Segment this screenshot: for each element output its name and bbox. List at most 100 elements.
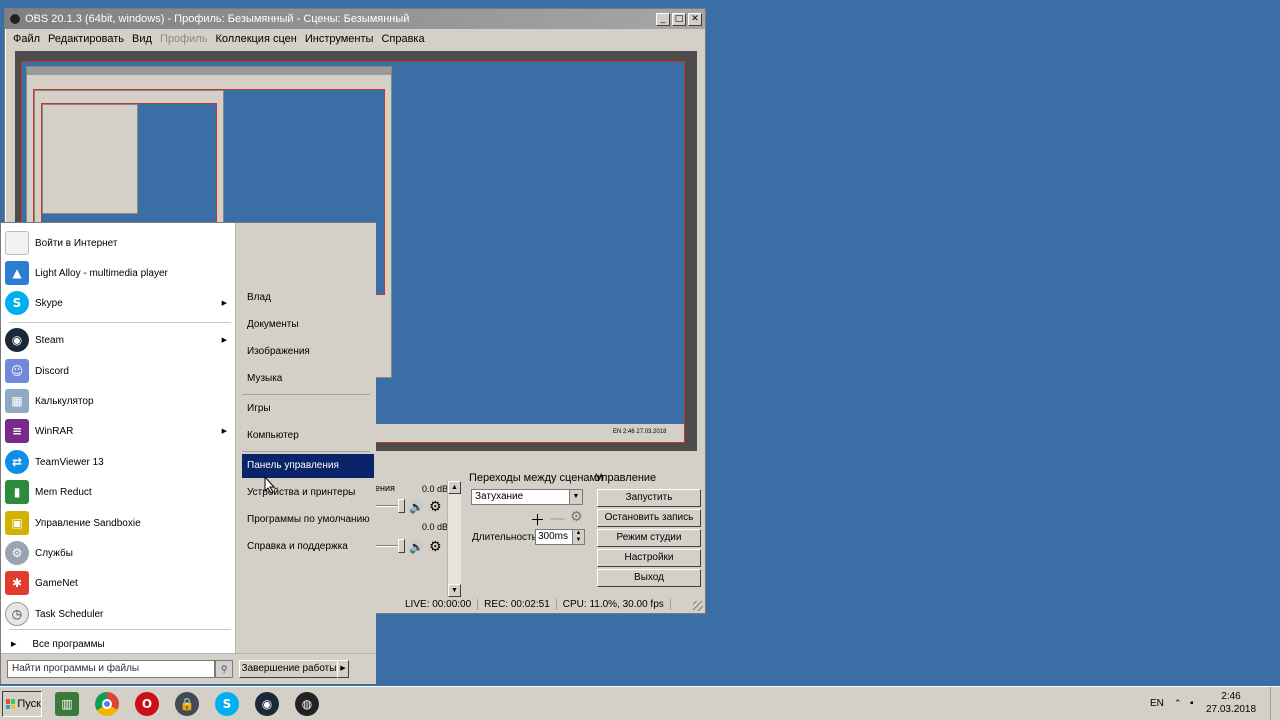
- obs-icon: ◍: [295, 692, 319, 716]
- opera-icon: O: [135, 692, 159, 716]
- menu-tools[interactable]: Инструменты: [301, 33, 378, 45]
- transition-select[interactable]: Затухание ▼: [471, 489, 583, 505]
- place-item-user[interactable]: Влад: [242, 286, 374, 310]
- spin-arrows-icon[interactable]: ▲ ▼: [572, 530, 584, 544]
- close-button[interactable]: ✕: [688, 12, 702, 26]
- taskbar-app[interactable]: ◍: [290, 690, 324, 718]
- speaker-icon[interactable]: 🔊: [409, 540, 424, 554]
- task-manager-icon: ▥: [55, 692, 79, 716]
- tray-status-icon[interactable]: ▪: [1190, 687, 1194, 720]
- place-item-devices[interactable]: Устройства и принтеры: [242, 481, 374, 505]
- show-desktop-button[interactable]: [1270, 687, 1280, 720]
- services-icon: ⚙: [5, 541, 29, 565]
- place-item-music[interactable]: Музыка: [242, 367, 374, 391]
- stop-recording-button[interactable]: Остановить запись: [597, 509, 701, 527]
- program-item[interactable]: ⚙ Службы: [5, 539, 231, 567]
- studio-mode-button[interactable]: Режим студии: [597, 529, 701, 547]
- place-item-pictures[interactable]: Изображения: [242, 340, 374, 364]
- menu-file[interactable]: Файл: [9, 33, 44, 45]
- place-item-computer[interactable]: Компьютер: [242, 424, 374, 448]
- search-icon[interactable]: ⚲: [215, 660, 233, 678]
- gear-icon[interactable]: ⚙: [570, 509, 583, 525]
- program-item[interactable]: ▲ Light Alloy - multimedia player: [5, 259, 231, 287]
- taskbar-app[interactable]: 🔒: [170, 690, 204, 718]
- volume-knob-2[interactable]: [398, 539, 405, 553]
- gear-icon[interactable]: ⚙: [429, 539, 442, 555]
- steam-icon: ◉: [5, 328, 29, 352]
- chevron-right-icon[interactable]: ▶: [337, 660, 349, 678]
- add-icon[interactable]: ＋: [530, 509, 545, 530]
- tray-expand-icon[interactable]: ⌃: [1174, 687, 1182, 720]
- language-indicator[interactable]: EN: [1150, 687, 1164, 720]
- calculator-icon: ▦: [5, 389, 29, 413]
- remove-icon[interactable]: —: [550, 509, 565, 527]
- taskbar-app[interactable]: ◉: [250, 690, 284, 718]
- taskbar-app[interactable]: [90, 690, 124, 718]
- program-item[interactable]: ◉ Steam ▶: [5, 326, 231, 354]
- gear-icon[interactable]: ⚙: [429, 499, 442, 515]
- live-status: LIVE: 00:00:00: [399, 598, 479, 610]
- duration-spinbox[interactable]: 300ms ▲ ▼: [535, 529, 585, 545]
- maximize-button[interactable]: □: [672, 12, 686, 26]
- taskbar-app[interactable]: S: [210, 690, 244, 718]
- menu-help[interactable]: Справка: [377, 33, 428, 45]
- obs-titlebar[interactable]: OBS 20.1.3 (64bit, windows) - Профиль: Б…: [5, 9, 705, 29]
- discord-icon: ☺: [5, 359, 29, 383]
- start-menu-programs: Войти в Интернет ▲ Light Alloy - multime…: [1, 223, 235, 653]
- program-item[interactable]: Войти в Интернет: [5, 229, 231, 257]
- program-item[interactable]: S Skype ▶: [5, 289, 231, 317]
- menu-edit[interactable]: Редактировать: [44, 33, 128, 45]
- chevron-down-icon: ▼: [569, 490, 582, 504]
- steam-icon: ◉: [255, 692, 279, 716]
- program-item[interactable]: ▦ Калькулятор: [5, 387, 231, 415]
- program-item[interactable]: ⇄ TeamViewer 13: [5, 448, 231, 476]
- exit-button[interactable]: Выход: [597, 569, 701, 587]
- place-item-help[interactable]: Справка и поддержка: [242, 535, 374, 559]
- chrome-icon: [95, 692, 119, 716]
- clock[interactable]: 2:46 27.03.2018: [1196, 690, 1266, 716]
- volume-knob-1[interactable]: [398, 499, 405, 513]
- minimize-button[interactable]: _: [656, 12, 670, 26]
- taskbar-app[interactable]: ▥: [50, 690, 84, 718]
- shutdown-button[interactable]: Завершение работы: [239, 660, 339, 678]
- light-alloy-icon: ▲: [5, 261, 29, 285]
- window-title: OBS 20.1.3 (64bit, windows) - Профиль: Б…: [25, 13, 410, 25]
- start-menu-footer: Найти программы и файлы ⚲ Завершение раб…: [1, 653, 376, 684]
- skype-icon: S: [215, 692, 239, 716]
- start-streaming-button[interactable]: Запустить трансляцию: [597, 489, 701, 519]
- search-input[interactable]: Найти программы и файлы: [7, 660, 215, 678]
- program-item[interactable]: ▮ Mem Reduct: [5, 478, 231, 506]
- lock-icon: 🔒: [175, 692, 199, 716]
- chevron-right-icon: ▶: [221, 300, 227, 307]
- scroll-up-icon[interactable]: ▲: [448, 481, 461, 494]
- program-item[interactable]: ☺ Discord: [5, 357, 231, 385]
- clock-time: 2:46: [1221, 691, 1241, 702]
- skype-icon: S: [5, 291, 29, 315]
- place-item-documents[interactable]: Документы: [242, 313, 374, 337]
- settings-button[interactable]: Настройки: [597, 549, 701, 567]
- mixer-db-1: 0.0 dB: [422, 484, 449, 494]
- place-item-control-panel[interactable]: Панель управления: [242, 454, 374, 478]
- speaker-icon[interactable]: 🔊: [409, 500, 424, 514]
- menu-view[interactable]: Вид: [128, 33, 156, 45]
- mouse-cursor-icon: [264, 476, 276, 494]
- place-item-default-programs[interactable]: Программы по умолчанию: [242, 508, 374, 532]
- menu-profile[interactable]: Профиль: [156, 33, 212, 45]
- winrar-icon: ≡: [5, 419, 29, 443]
- resize-grip[interactable]: [693, 601, 703, 611]
- obs-logo-icon: [9, 13, 21, 25]
- menu-scene-collection[interactable]: Коллекция сцен: [211, 33, 300, 45]
- program-item[interactable]: ▣ Управление Sandboxie: [5, 509, 231, 537]
- controls-header: Управление: [595, 472, 657, 484]
- start-button[interactable]: Пуск: [2, 691, 42, 717]
- program-item[interactable]: ✱ GameNet: [5, 569, 231, 597]
- document-icon: [5, 231, 29, 255]
- clock-date: 27.03.2018: [1205, 704, 1257, 715]
- mixer-scrollbar[interactable]: ▲ ▼: [447, 481, 461, 597]
- place-item-games[interactable]: Игры: [242, 397, 374, 421]
- program-item[interactable]: ≡ WinRAR ▶: [5, 417, 231, 445]
- start-menu-places: Влад Документы Изображения Музыка Игры К…: [235, 223, 376, 653]
- chevron-right-icon: ▶: [11, 641, 17, 648]
- taskbar-app[interactable]: O: [130, 690, 164, 718]
- program-item[interactable]: ◷ Task Scheduler: [5, 600, 231, 628]
